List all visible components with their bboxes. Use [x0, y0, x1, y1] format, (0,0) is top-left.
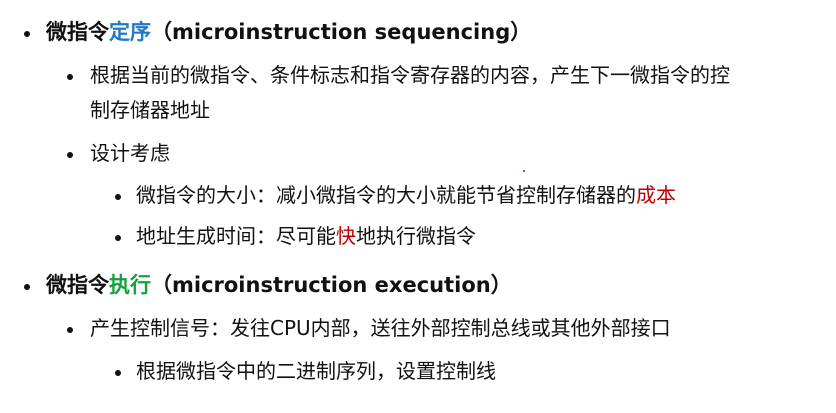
bullet-dot: [67, 74, 73, 80]
stray-mark: [523, 170, 525, 172]
section1-item1-line1: 根据当前的微指令、条件标志和指令寄存器的内容，产生下一微指令的控: [90, 63, 730, 87]
section2-title-suffix: （microinstruction execution）: [151, 273, 512, 297]
bullet-dot: [115, 194, 121, 200]
section2-title-highlight: 执行: [109, 273, 151, 297]
bullet-dot: [67, 152, 73, 158]
bullet-dot: [24, 284, 30, 290]
section1-title-prefix: 微指令: [46, 20, 109, 44]
section1-sub2-suffix: 地执行微指令: [356, 224, 476, 248]
bullet-dot: [24, 31, 30, 37]
section2-item1: 产生控制信号：发往CPU内部，送往外部控制总线或其他外部接口: [90, 316, 671, 340]
section1-sub2-highlight: 快: [336, 224, 356, 248]
section1-sub1: 微指令的大小：减小微指令的大小就能节省控制存储器的成本: [136, 183, 676, 207]
section1-sub1-highlight: 成本: [636, 183, 676, 207]
section1-title-highlight: 定序: [109, 20, 151, 44]
section2-sub1: 根据微指令中的二进制序列，设置控制线: [136, 359, 496, 383]
section1-sub2: 地址生成时间：尽可能快地执行微指令: [136, 224, 476, 248]
bullet-dot: [115, 370, 121, 376]
section2-title-prefix: 微指令: [46, 273, 109, 297]
section1-item1-line2: 制存储器地址: [90, 98, 210, 122]
section1-title: 微指令定序（microinstruction sequencing）: [46, 20, 531, 45]
bullet-dot: [67, 327, 73, 333]
bullet-dot: [115, 235, 121, 241]
section1-title-suffix: （microinstruction sequencing）: [151, 20, 532, 44]
section2-title: 微指令执行（microinstruction execution）: [46, 273, 512, 298]
section1-sub2-prefix: 地址生成时间：尽可能: [136, 224, 336, 248]
slide: 微指令定序（microinstruction sequencing） 根据当前的…: [0, 0, 836, 413]
section1-item2: 设计考虑: [90, 141, 170, 165]
section1-sub1-prefix: 微指令的大小：减小微指令的大小就能节省控制存储器的: [136, 183, 636, 207]
